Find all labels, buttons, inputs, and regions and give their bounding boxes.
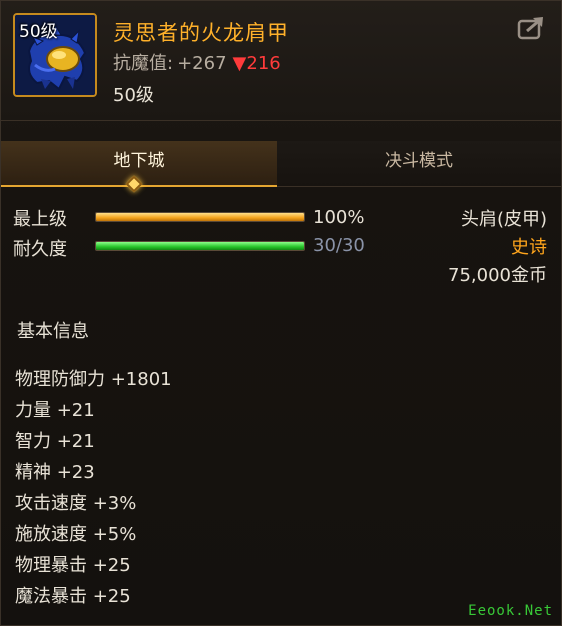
stat-row: 力量 +21	[15, 400, 95, 421]
equipment-slot: 头肩(皮甲)	[460, 209, 547, 230]
price-label: 75,000金币	[448, 265, 547, 286]
stat-list: 物理防御力 +1801 力量 +21 智力 +21 精神 +23 攻击速度 +3…	[15, 365, 172, 613]
stat-row: 智力 +21	[15, 431, 95, 452]
resist-value: +267	[177, 53, 227, 74]
resist-down-value: ▼216	[232, 53, 281, 74]
quality-value: 100%	[313, 207, 365, 228]
mode-tabs: 地下城 决斗模式	[1, 141, 561, 193]
durability-label: 耐久度	[13, 239, 67, 260]
item-tooltip: 50级 灵思者的火龙肩甲 抗魔值: +267 ▼216 50级 地下城 决斗模式 最…	[0, 0, 562, 626]
stat-row: 精神 +23	[15, 462, 95, 483]
resist-label: 抗魔值:	[113, 53, 174, 74]
quality-bar-fill	[96, 213, 304, 221]
watermark: Eeook.Net	[468, 603, 553, 619]
quality-bar	[95, 212, 305, 222]
share-button[interactable]	[517, 15, 547, 41]
stat-row: 施放速度 +5%	[15, 524, 137, 545]
required-level: 50级	[113, 85, 154, 106]
item-level-badge: 50级	[19, 22, 58, 42]
basic-info-title: 基本信息	[17, 321, 89, 342]
stat-row: 物理暴击 +25	[15, 555, 131, 576]
stat-row: 魔法暴击 +25	[15, 586, 131, 607]
item-name: 灵思者的火龙肩甲	[113, 21, 289, 45]
quality-label: 最上级	[13, 209, 67, 230]
resist-line: 抗魔值: +267 ▼216	[113, 49, 281, 75]
item-icon-frame: 50级	[13, 13, 97, 97]
durability-bar	[95, 241, 305, 251]
tab-pvp[interactable]: 决斗模式	[277, 141, 561, 187]
stat-row: 攻击速度 +3%	[15, 493, 137, 514]
item-header: 50级 灵思者的火龙肩甲 抗魔值: +267 ▼216 50级	[1, 1, 561, 121]
durability-value: 30/30	[313, 235, 365, 256]
stat-row: 物理防御力 +1801	[15, 369, 172, 390]
rarity-label: 史诗	[511, 237, 547, 258]
share-icon	[517, 17, 543, 40]
durability-bar-fill	[96, 242, 304, 250]
